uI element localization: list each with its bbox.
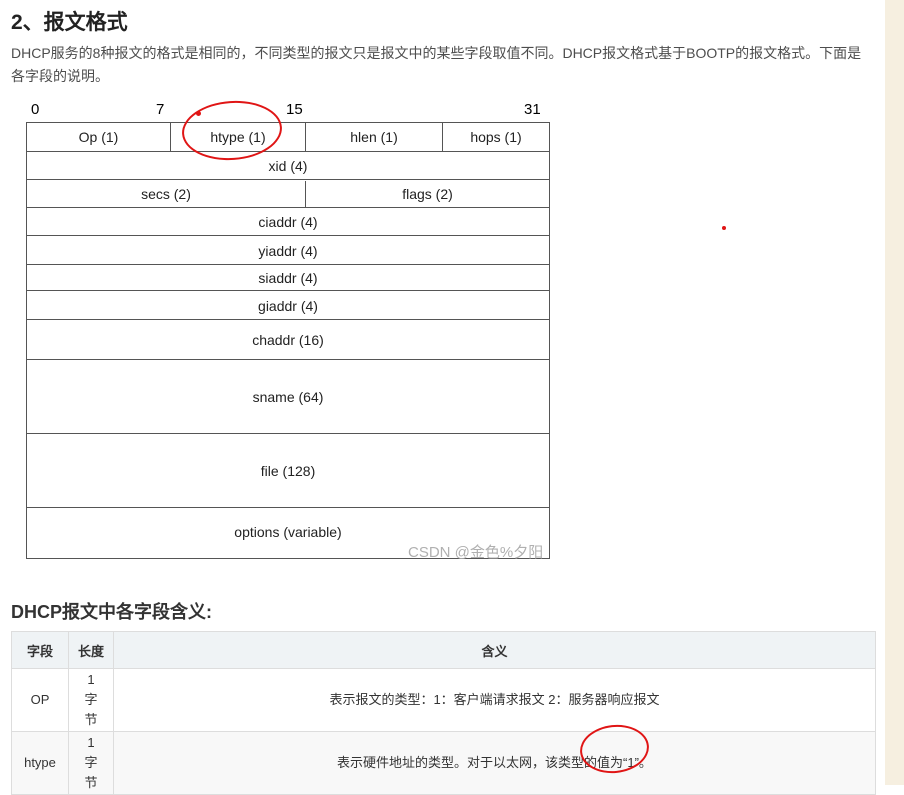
field-ciaddr: ciaddr (4) <box>258 214 318 230</box>
field-sname: sname (64) <box>252 389 324 405</box>
table-header-meaning: 含义 <box>113 631 876 669</box>
section-title: 2、报文格式 <box>11 11 128 34</box>
field-chaddr: chaddr (16) <box>252 332 324 348</box>
table-section-title: DHCP报文中各字段含义: <box>11 602 212 622</box>
length-text: 1字节 <box>84 735 98 790</box>
length-text: 1字节 <box>84 672 98 727</box>
packet-row: ciaddr (4) <box>27 209 549 236</box>
table-header-length: 长度 <box>68 631 114 669</box>
table-header-row: 字段 长度 含义 <box>11 631 876 669</box>
field-xid: xid (4) <box>268 158 308 174</box>
table-cell-field: htype <box>11 731 69 795</box>
packet-row: xid (4) <box>27 153 549 180</box>
section-intro: DHCP服务的8种报文的格式是相同的，不同类型的报文只是报文中的某些字段取值不同… <box>11 45 862 84</box>
field-op: Op (1) <box>27 123 171 151</box>
table-cell-length: 1字节 <box>68 731 114 795</box>
packet-row: siaddr (4) <box>27 266 549 291</box>
packet-field-grid: Op (1) htype (1) hlen (1) hops (1) xid (… <box>26 122 550 559</box>
table-header-field: 字段 <box>11 631 69 669</box>
packet-row: yiaddr (4) <box>27 237 549 265</box>
table-row: htype 1字节 表示硬件地址的类型。对于以太网，该类型的值为“1”。 <box>11 731 876 795</box>
red-dot-annotation <box>722 226 726 230</box>
table-cell-field: OP <box>11 668 69 732</box>
table-row: OP 1字节 表示报文的类型：1：客户端请求报文 2：服务器响应报文 <box>11 668 876 732</box>
bit-label-0: 0 <box>31 101 40 118</box>
field-meaning-table: 字段 长度 含义 OP 1字节 表示报文的类型：1：客户端请求报文 2：服务器响… <box>11 631 876 795</box>
field-giaddr: giaddr (4) <box>258 297 318 314</box>
packet-row: secs (2) flags (2) <box>27 181 549 208</box>
bit-label-15: 15 <box>286 101 303 118</box>
bit-label-7: 7 <box>156 101 165 118</box>
dhcp-packet-format-figure: 0 7 15 31 Op (1) htype (1) hlen (1) hops… <box>26 101 552 561</box>
packet-row: sname (64) <box>27 361 549 434</box>
field-yiaddr: yiaddr (4) <box>258 242 318 259</box>
field-flags: flags (2) <box>402 186 453 202</box>
red-dot-annotation <box>196 111 201 116</box>
packet-row: chaddr (16) <box>27 321 549 360</box>
watermark: CSDN @金色%夕阳 <box>408 544 544 561</box>
right-margin-strip <box>885 0 904 785</box>
field-hops: hops (1) <box>470 129 522 145</box>
field-file: file (128) <box>260 463 316 479</box>
packet-row: giaddr (4) <box>27 292 549 320</box>
field-secs: secs (2) <box>27 181 306 207</box>
packet-row: file (128) <box>27 435 549 508</box>
field-siaddr: siaddr (4) <box>258 270 318 286</box>
packet-row: Op (1) htype (1) hlen (1) hops (1) <box>27 123 549 152</box>
bit-label-31: 31 <box>524 101 541 118</box>
table-cell-meaning: 表示硬件地址的类型。对于以太网，该类型的值为“1”。 <box>113 731 876 795</box>
field-hlen: hlen (1) <box>306 123 443 151</box>
table-cell-meaning: 表示报文的类型：1：客户端请求报文 2：服务器响应报文 <box>113 668 876 732</box>
table-cell-length: 1字节 <box>68 668 114 732</box>
